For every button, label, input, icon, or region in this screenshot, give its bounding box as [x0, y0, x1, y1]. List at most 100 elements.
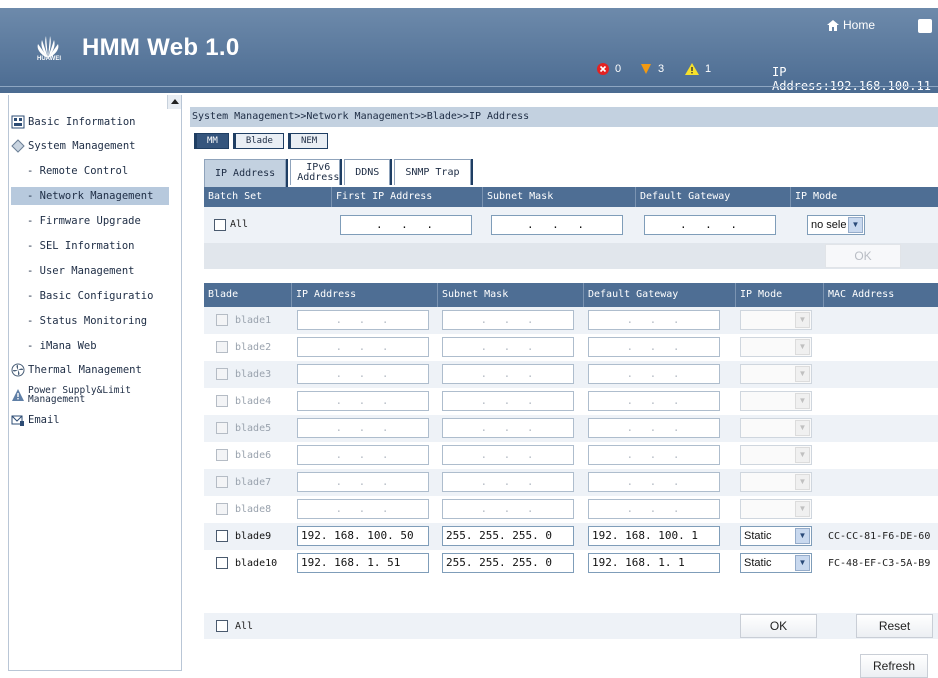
blade-ip-mode-select[interactable]: ▼: [740, 499, 812, 519]
sidebar-item-email[interactable]: Email: [11, 411, 60, 429]
blade-ip-input[interactable]: . . .: [297, 472, 429, 492]
blade-ip-input[interactable]: . . .: [297, 445, 429, 465]
blade-subnet-mask-input[interactable]: 255. 255. 255. 0: [442, 553, 574, 573]
minor-alarm[interactable]: 1: [685, 63, 711, 75]
blade-ip-mode-select[interactable]: ▼: [740, 337, 812, 357]
batch-all-checkbox[interactable]: [214, 219, 226, 231]
blade-gateway-input[interactable]: . . .: [588, 337, 720, 357]
blade-ip-input[interactable]: 192. 168. 100. 50: [297, 526, 429, 546]
blade-ip-input[interactable]: . . .: [297, 391, 429, 411]
major-alarm[interactable]: 3: [640, 63, 664, 75]
sidebar-item-power-supply[interactable]: Power Supply&Limit Management: [11, 383, 148, 407]
blade-gateway-input[interactable]: . . .: [588, 445, 720, 465]
blade-subnet-mask-input[interactable]: . . .: [442, 310, 574, 330]
blade-ip-mode-select[interactable]: ▼: [740, 445, 812, 465]
blade-ip-mode-select[interactable]: ▼: [740, 391, 812, 411]
blade-subnet-mask-input[interactable]: . . .: [442, 391, 574, 411]
blade-checkbox[interactable]: [216, 530, 228, 542]
blade-checkbox[interactable]: [216, 368, 228, 380]
blade-ip-input[interactable]: . . .: [297, 418, 429, 438]
blade-gateway-input[interactable]: . . .: [588, 418, 720, 438]
blade-ip-input[interactable]: . . .: [297, 364, 429, 384]
info-icon[interactable]: [918, 19, 932, 33]
app-header: HUAWEI HMM Web 1.0 Home 0 3 1 IP Address…: [0, 0, 938, 93]
main-panel: System Management>>Network Management>>B…: [190, 95, 938, 678]
tab-ip-address[interactable]: IP Address: [204, 159, 287, 187]
batch-header: Batch Set First IP Address Subnet Mask D…: [204, 187, 938, 207]
sidebar-item-imana-web[interactable]: - iMana Web: [27, 337, 97, 355]
blade-gateway-input[interactable]: . . .: [588, 499, 720, 519]
reset-button[interactable]: Reset: [856, 614, 933, 638]
batch-ip-mode-select[interactable]: no sele ▼: [807, 215, 865, 235]
blade-ip-input[interactable]: 192. 168. 1. 51: [297, 553, 429, 573]
sidebar-item-remote-control[interactable]: - Remote Control: [27, 162, 128, 180]
subtab-blade[interactable]: Blade: [232, 133, 284, 149]
sidebar-item-status-monitoring[interactable]: - Status Monitoring: [27, 312, 147, 330]
sidebar-scroll-up[interactable]: [167, 95, 181, 109]
home-link[interactable]: Home: [826, 18, 875, 32]
chevron-down-icon: ▼: [848, 217, 863, 233]
subtab-mm[interactable]: MM: [194, 133, 229, 149]
table-all-checkbox[interactable]: [216, 620, 228, 632]
blade-checkbox[interactable]: [216, 449, 228, 461]
blade-name: blade5: [235, 423, 272, 434]
blade-subnet-mask-input[interactable]: . . .: [442, 364, 574, 384]
blade-gateway-input[interactable]: . . .: [588, 364, 720, 384]
blade-subnet-mask-input[interactable]: 255. 255. 255. 0: [442, 526, 574, 546]
blade-gateway-input[interactable]: 192. 168. 100. 1: [588, 526, 720, 546]
table-ok-button[interactable]: OK: [740, 614, 817, 638]
blade-ip-mode-select[interactable]: Static ▼: [740, 526, 812, 546]
sidebar-item-user-management[interactable]: - User Management: [27, 262, 134, 280]
minor-alarm-count: 1: [705, 63, 712, 75]
sidebar-item-sel-information[interactable]: - SEL Information: [27, 237, 134, 255]
tab-snmp-trap[interactable]: SNMP Trap: [394, 159, 471, 185]
tab-ipv6-address[interactable]: IPv6 Address: [290, 159, 341, 185]
info-grid-icon: [11, 115, 25, 129]
blade-checkbox[interactable]: [216, 557, 228, 569]
batch-ok-button[interactable]: OK: [825, 244, 901, 268]
critical-alarm[interactable]: 0: [597, 63, 621, 75]
blade-ip-input[interactable]: . . .: [297, 499, 429, 519]
refresh-button[interactable]: Refresh: [860, 654, 928, 678]
blade-ip-mode-select[interactable]: Static ▼: [740, 553, 812, 573]
blade-gateway-input[interactable]: . . .: [588, 472, 720, 492]
blade-name: blade2: [235, 342, 272, 353]
table-row: blade8 . . . . . . . . . ▼: [204, 496, 938, 523]
blade-ip-mode-select[interactable]: ▼: [740, 364, 812, 384]
batch-ok-row: OK: [204, 243, 938, 269]
blade-subnet-mask-input[interactable]: . . .: [442, 337, 574, 357]
batch-first-ip-input[interactable]: . . .: [340, 215, 472, 235]
blade-checkbox[interactable]: [216, 314, 228, 326]
batch-subnet-mask-input[interactable]: . . .: [491, 215, 623, 235]
blade-gateway-input[interactable]: 192. 168. 1. 1: [588, 553, 720, 573]
blade-ip-mode-select[interactable]: ▼: [740, 418, 812, 438]
subtab-nem[interactable]: NEM: [287, 133, 329, 149]
blade-checkbox[interactable]: [216, 503, 228, 515]
blade-subnet-mask-input[interactable]: . . .: [442, 472, 574, 492]
blade-checkbox[interactable]: [216, 395, 228, 407]
triangle-up-icon: [171, 99, 179, 104]
blade-checkbox[interactable]: [216, 341, 228, 353]
sidebar-item-system-management[interactable]: System Management: [11, 137, 135, 155]
blade-gateway-input[interactable]: . . .: [588, 391, 720, 411]
blade-ip-input[interactable]: . . .: [297, 337, 429, 357]
blade-subnet-mask-input[interactable]: . . .: [442, 418, 574, 438]
blade-ip-mode-select[interactable]: ▼: [740, 310, 812, 330]
blade-ip-mode-select[interactable]: ▼: [740, 472, 812, 492]
sidebar-item-thermal-management[interactable]: Thermal Management: [11, 361, 142, 379]
batch-col-ip-mode: IP Mode: [795, 191, 838, 202]
batch-gateway-input[interactable]: . . .: [644, 215, 776, 235]
sidebar-item-basic-information[interactable]: Basic Information: [11, 113, 135, 131]
tab-ddns[interactable]: DDNS: [344, 159, 391, 185]
sidebar-item-label: Power Supply&Limit Management: [28, 385, 131, 405]
blade-checkbox[interactable]: [216, 422, 228, 434]
sidebar-item-basic-configuration[interactable]: - Basic Configuratio: [27, 287, 153, 305]
blade-checkbox[interactable]: [216, 476, 228, 488]
sidebar-item-firmware-upgrade[interactable]: - Firmware Upgrade: [27, 212, 141, 230]
blade-ip-input[interactable]: . . .: [297, 310, 429, 330]
blade-subnet-mask-input[interactable]: . . .: [442, 445, 574, 465]
chevron-down-icon: ▼: [795, 501, 810, 517]
sidebar-item-network-management[interactable]: - Network Management: [11, 187, 169, 205]
blade-subnet-mask-input[interactable]: . . .: [442, 499, 574, 519]
blade-gateway-input[interactable]: . . .: [588, 310, 720, 330]
